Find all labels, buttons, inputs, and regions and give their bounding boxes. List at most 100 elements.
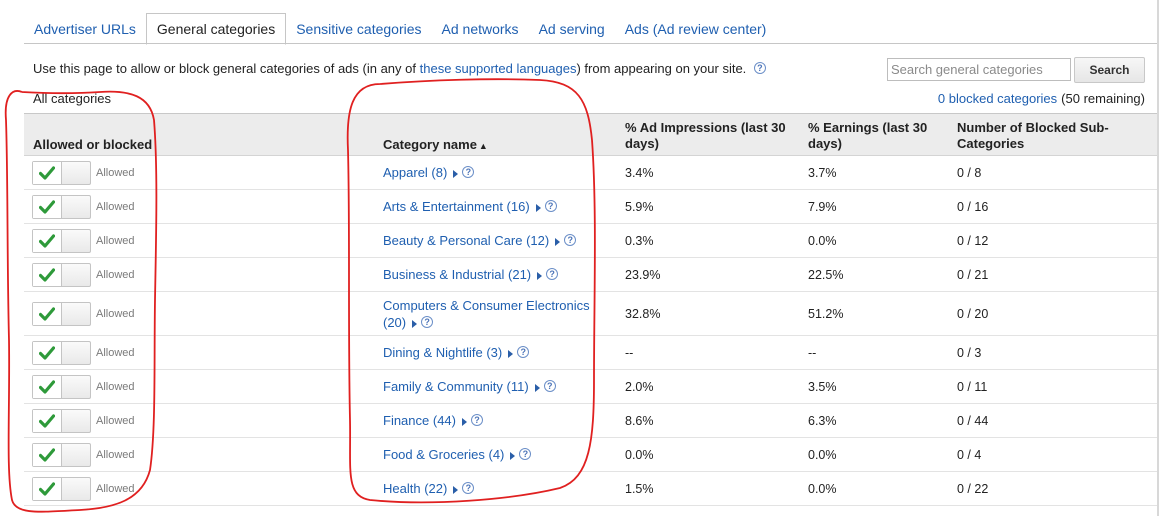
subcategories-cell: 0 / 21 [957, 258, 988, 291]
category-link[interactable]: Finance (44) [383, 413, 456, 428]
earnings-cell: 22.5% [808, 258, 843, 291]
category-link[interactable]: Business & Industrial (21) [383, 267, 531, 282]
expand-triangle-icon[interactable] [510, 452, 516, 460]
help-circle-icon[interactable]: ? [564, 234, 577, 246]
tab-ad-serving[interactable]: Ad serving [529, 14, 615, 44]
allowed-cell: Allowed [32, 370, 135, 403]
expand-triangle-icon[interactable] [534, 384, 540, 392]
earnings-value: 22.5% [808, 267, 844, 282]
earnings-cell: 0.0% [808, 224, 837, 257]
category-name-cell: Beauty & Personal Care (12)? [383, 224, 613, 257]
expand-triangle-icon[interactable] [508, 350, 514, 358]
impressions-cell: 3.4% [625, 156, 654, 189]
expand-triangle-icon[interactable] [412, 319, 418, 328]
earnings-cell: 7.9% [808, 190, 837, 223]
help-circle-icon[interactable]: ? [543, 380, 556, 392]
expand-triangle-icon[interactable] [461, 418, 467, 426]
expand-triangle-icon[interactable] [453, 170, 459, 178]
category-link[interactable]: Beauty & Personal Care (12) [383, 233, 549, 248]
category-link[interactable]: Health (22) [383, 481, 447, 496]
header-ad-impressions: % Ad Impressions (last 30 days) [625, 120, 786, 151]
allow-block-toggle[interactable]: Allowed [32, 408, 135, 433]
help-circle-icon[interactable]: ? [753, 62, 766, 74]
help-circle-icon[interactable]: ? [517, 346, 530, 358]
toggle-switch[interactable] [32, 442, 91, 467]
header-blocked-subcategories: Number of Blocked Sub-Categories [957, 120, 1109, 151]
toggle-switch[interactable] [32, 476, 91, 501]
help-circle-icon[interactable]: ? [519, 448, 532, 460]
expand-triangle-icon[interactable] [453, 486, 459, 494]
toggle-switch[interactable] [32, 228, 91, 253]
help-circle-icon[interactable]: ? [470, 414, 483, 426]
category-link[interactable]: Family & Community (11) [383, 379, 529, 394]
header-allowed-or-blocked: Allowed or blocked [33, 137, 153, 152]
blocked-subcategories-value: 0 / 3 [957, 345, 982, 360]
toggle-switch[interactable] [32, 374, 91, 399]
toggle-switch[interactable] [32, 160, 91, 185]
help-circle-icon[interactable]: ? [546, 268, 559, 280]
allow-block-toggle[interactable]: Allowed [32, 262, 135, 287]
categories-table: Allowed or blocked Category name ▲ % Ad I… [24, 113, 1159, 506]
blocked-categories-link[interactable]: 0 blocked categories [938, 91, 1057, 106]
toggle-switch[interactable] [32, 408, 91, 433]
tab-general-categories[interactable]: General categories [145, 13, 287, 45]
impressions-value: 2.0% [625, 379, 654, 394]
tab-sensitive-categories[interactable]: Sensitive categories [286, 14, 431, 44]
toggle-state-label: Allowed [96, 414, 135, 427]
toggle-switch[interactable] [32, 194, 91, 219]
category-link[interactable]: Apparel (8) [383, 165, 447, 180]
search-button[interactable]: Search [1074, 57, 1145, 83]
toggle-state-label: Allowed [96, 234, 135, 247]
toggle-switch[interactable] [32, 340, 91, 365]
allow-block-toggle[interactable]: Allowed [32, 194, 135, 219]
search-input[interactable] [887, 58, 1071, 81]
checkmark-icon [33, 263, 62, 286]
earnings-value: 0.0% [808, 233, 837, 248]
toggle-switch[interactable] [32, 301, 91, 326]
tab-bar: Advertiser URLs General categories Sensi… [24, 12, 777, 45]
blocked-summary: 0 blocked categories (50 remaining) [938, 91, 1145, 106]
impressions-value: 23.9% [625, 267, 661, 282]
earnings-value: 3.7% [808, 165, 837, 180]
allow-block-toggle[interactable]: Allowed [32, 228, 135, 253]
category-link[interactable]: Arts & Entertainment (16) [383, 199, 530, 214]
earnings-cell: 6.3% [808, 404, 837, 437]
tab-ad-networks[interactable]: Ad networks [432, 14, 529, 44]
allow-block-toggle[interactable]: Allowed [32, 374, 135, 399]
allow-block-toggle[interactable]: Allowed [32, 442, 135, 467]
allowed-cell: Allowed [32, 438, 135, 471]
help-circle-icon[interactable]: ? [462, 166, 475, 178]
supported-languages-link[interactable]: these supported languages [420, 61, 577, 76]
allow-block-toggle[interactable]: Allowed [32, 160, 135, 185]
subcategories-cell: 0 / 11 [957, 370, 987, 403]
subcategories-cell: 0 / 44 [957, 404, 988, 437]
expand-triangle-icon[interactable] [555, 238, 561, 246]
expand-triangle-icon[interactable] [535, 204, 541, 212]
allow-block-toggle[interactable]: Allowed [32, 340, 135, 365]
table-row: Allowed Health (22)? 1.5% 0.0% 0 / 22 [24, 472, 1159, 506]
expand-triangle-icon[interactable] [537, 272, 543, 280]
checkmark-icon [33, 302, 62, 325]
earnings-value: 3.5% [808, 379, 837, 394]
category-link[interactable]: Food & Groceries (4) [383, 447, 504, 462]
earnings-value: 0.0% [808, 447, 837, 462]
tab-advertiser-urls[interactable]: Advertiser URLs [24, 14, 146, 44]
allowed-cell: Allowed [32, 258, 135, 291]
help-circle-icon[interactable]: ? [544, 200, 557, 212]
earnings-cell: 0.0% [808, 472, 837, 505]
allow-block-toggle[interactable]: Allowed [32, 476, 135, 501]
checkmark-icon [33, 375, 62, 398]
impressions-cell: 1.5% [625, 472, 654, 505]
tab-ad-review-center[interactable]: Ads (Ad review center) [615, 14, 777, 44]
help-circle-icon[interactable]: ? [462, 482, 475, 494]
allow-block-toggle[interactable]: Allowed [32, 301, 135, 326]
earnings-cell: 3.7% [808, 156, 837, 189]
allowed-cell: Allowed [32, 404, 135, 437]
impressions-cell: -- [625, 336, 633, 369]
header-category-name[interactable]: Category name ▲ [383, 137, 488, 154]
checkmark-icon [33, 443, 62, 466]
category-link[interactable]: Dining & Nightlife (3) [383, 345, 502, 360]
toggle-switch[interactable] [32, 262, 91, 287]
blocked-subcategories-value: 0 / 21 [957, 267, 989, 282]
help-circle-icon[interactable]: ? [421, 315, 434, 328]
